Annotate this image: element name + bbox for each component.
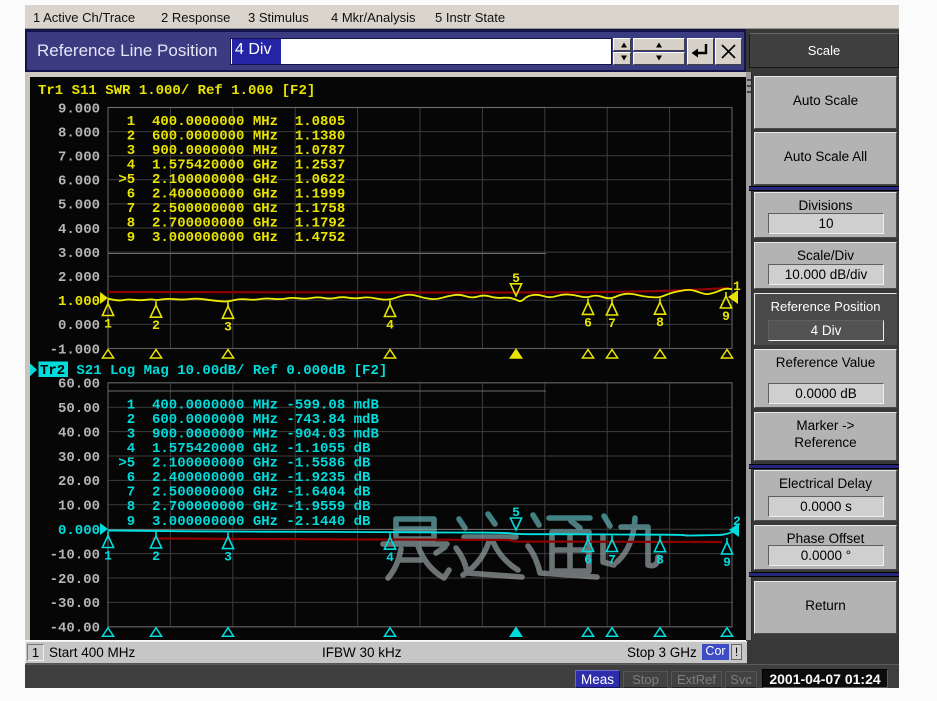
svg-text:6 2.400000000 GHz -1.9235 dB: 6 2.400000000 GHz -1.9235 dB bbox=[110, 470, 371, 486]
svg-text:1.000: 1.000 bbox=[58, 294, 100, 310]
svg-text:1: 1 bbox=[104, 549, 112, 564]
svg-text:3: 3 bbox=[224, 319, 232, 334]
svg-text:2: 2 bbox=[152, 318, 160, 333]
svg-text:5: 5 bbox=[512, 271, 520, 286]
svg-text:9.000: 9.000 bbox=[58, 101, 100, 117]
svg-text:60.00: 60.00 bbox=[58, 377, 100, 393]
svg-text:3 900.0000000 MHz 1.0787: 3 900.0000000 MHz 1.0787 bbox=[110, 143, 345, 159]
svg-text:10.00: 10.00 bbox=[58, 499, 100, 515]
svg-text:8: 8 bbox=[656, 553, 664, 568]
svg-text:4: 4 bbox=[386, 318, 394, 333]
svg-text:7.000: 7.000 bbox=[58, 150, 100, 166]
svg-text:9: 9 bbox=[723, 555, 731, 570]
svg-text:6: 6 bbox=[584, 315, 592, 330]
svg-text:-1.000: -1.000 bbox=[50, 342, 100, 358]
svg-text:50.00: 50.00 bbox=[58, 401, 100, 417]
svg-text:Tr2: Tr2 bbox=[40, 363, 65, 379]
svg-text:0.000: 0.000 bbox=[58, 523, 100, 539]
svg-text:2.000: 2.000 bbox=[58, 270, 100, 286]
svg-text:4.000: 4.000 bbox=[58, 222, 100, 238]
svg-text:4 1.575420000 GHz -1.1055 dB: 4 1.575420000 GHz -1.1055 dB bbox=[110, 441, 371, 457]
svg-text:-40.00: -40.00 bbox=[50, 621, 100, 637]
svg-text:9 3.000000000 GHz 1.4752: 9 3.000000000 GHz 1.4752 bbox=[110, 230, 345, 246]
svg-text:8.000: 8.000 bbox=[58, 125, 100, 141]
svg-text:30.00: 30.00 bbox=[58, 450, 100, 466]
svg-text:3: 3 bbox=[224, 550, 232, 565]
svg-text:7: 7 bbox=[608, 316, 616, 331]
svg-text:2 600.0000000 MHz -743.84 mdB: 2 600.0000000 MHz -743.84 mdB bbox=[110, 412, 379, 428]
svg-text:8: 8 bbox=[656, 315, 664, 330]
svg-text:7: 7 bbox=[608, 553, 616, 568]
svg-text:1: 1 bbox=[104, 317, 112, 332]
svg-text:6: 6 bbox=[584, 552, 592, 567]
svg-text:5.000: 5.000 bbox=[58, 198, 100, 214]
svg-text:6.000: 6.000 bbox=[58, 174, 100, 190]
svg-text:Tr1 S11 SWR 1.000/ Ref 1.000 [: Tr1 S11 SWR 1.000/ Ref 1.000 [F2] bbox=[38, 83, 315, 99]
svg-text:9 3.000000000 GHz -2.1440 dB: 9 3.000000000 GHz -2.1440 dB bbox=[110, 514, 371, 530]
svg-text:7 2.500000000 GHz 1.1758: 7 2.500000000 GHz 1.1758 bbox=[110, 201, 345, 217]
svg-text:4: 4 bbox=[386, 550, 394, 565]
svg-text:9: 9 bbox=[722, 309, 730, 324]
svg-text:S21 Log Mag 10.00dB/ Ref 0.000: S21 Log Mag 10.00dB/ Ref 0.000dB [F2] bbox=[68, 363, 387, 379]
svg-text:2: 2 bbox=[152, 549, 160, 564]
svg-text:-30.00: -30.00 bbox=[50, 596, 100, 612]
svg-text:20.00: 20.00 bbox=[58, 474, 100, 490]
svg-text:2 600.0000000 MHz 1.1380: 2 600.0000000 MHz 1.1380 bbox=[110, 128, 345, 144]
svg-text:5: 5 bbox=[512, 505, 520, 520]
svg-text:-20.00: -20.00 bbox=[50, 572, 100, 588]
svg-text:-10.00: -10.00 bbox=[50, 547, 100, 563]
svg-text:6 2.400000000 GHz 1.1999: 6 2.400000000 GHz 1.1999 bbox=[110, 187, 345, 203]
svg-text:0.000: 0.000 bbox=[58, 318, 100, 334]
svg-text:8 2.700000000 GHz -1.9559 dB: 8 2.700000000 GHz -1.9559 dB bbox=[110, 499, 371, 515]
svg-text:40.00: 40.00 bbox=[58, 425, 100, 441]
svg-text:3.000: 3.000 bbox=[58, 246, 100, 262]
